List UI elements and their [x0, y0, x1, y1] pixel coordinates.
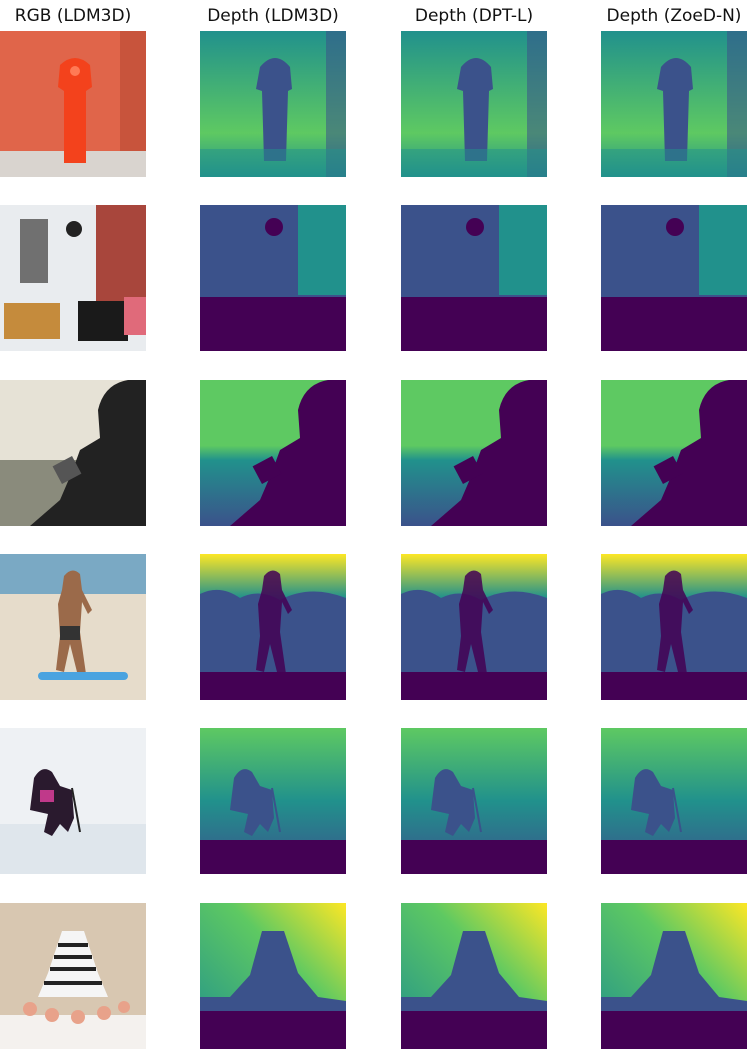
panel-depth-zoed-n-fire-hydrant: [601, 31, 747, 177]
rgb-image: [0, 554, 146, 700]
depth-map-image: [401, 205, 547, 351]
rgb-image: [0, 380, 146, 526]
panel-depth-ldm3d-tiered-cake: [200, 903, 346, 1049]
depth-map-image: [200, 903, 346, 1049]
depth-map-image: [601, 554, 747, 700]
panel-rgb-skier: [0, 728, 146, 874]
panel-depth-dpt-l-beach-skateboarder: [401, 554, 547, 700]
column-title-depth-zoed-n: Depth (ZoeD-N): [606, 6, 742, 26]
depth-map-image: [401, 380, 547, 526]
panel-depth-dpt-l-skier: [401, 728, 547, 874]
panel-depth-zoed-n-skier: [601, 728, 747, 874]
panel-depth-zoed-n-tiered-cake: [601, 903, 747, 1049]
rgb-image: [0, 205, 146, 351]
panel-rgb-tiered-cake: [0, 903, 146, 1049]
panel-rgb-fire-hydrant: [0, 31, 146, 177]
rgb-image: [0, 31, 146, 177]
panel-depth-dpt-l-person-reading-by-sea: [401, 380, 547, 526]
depth-map-image: [401, 554, 547, 700]
panel-depth-zoed-n-person-reading-by-sea: [601, 380, 747, 526]
panel-depth-ldm3d-person-reading-by-sea: [200, 380, 346, 526]
depth-map-image: [601, 728, 747, 874]
depth-map-image: [200, 728, 346, 874]
column-title-rgb: RGB (LDM3D): [14, 6, 132, 26]
column-title-depth-dpt-l: Depth (DPT-L): [414, 6, 534, 26]
depth-map-image: [401, 31, 547, 177]
panel-rgb-storefront-furniture: [0, 205, 146, 351]
rgb-image: [0, 903, 146, 1049]
column-title-depth-ldm3d: Depth (LDM3D): [207, 6, 339, 26]
panel-depth-dpt-l-fire-hydrant: [401, 31, 547, 177]
panel-rgb-person-reading-by-sea: [0, 380, 146, 526]
depth-map-image: [601, 903, 747, 1049]
panel-rgb-beach-skateboarder: [0, 554, 146, 700]
depth-map-image: [200, 380, 346, 526]
depth-map-image: [200, 205, 346, 351]
panel-depth-dpt-l-tiered-cake: [401, 903, 547, 1049]
panel-depth-zoed-n-storefront-furniture: [601, 205, 747, 351]
depth-map-image: [601, 205, 747, 351]
rgb-image: [0, 728, 146, 874]
depth-map-image: [401, 903, 547, 1049]
depth-map-image: [401, 728, 547, 874]
panel-depth-dpt-l-storefront-furniture: [401, 205, 547, 351]
depth-map-image: [200, 31, 346, 177]
panel-depth-zoed-n-beach-skateboarder: [601, 554, 747, 700]
panel-depth-ldm3d-skier: [200, 728, 346, 874]
depth-map-image: [601, 380, 747, 526]
depth-map-image: [601, 31, 747, 177]
panel-depth-ldm3d-fire-hydrant: [200, 31, 346, 177]
depth-map-image: [200, 554, 346, 700]
panel-depth-ldm3d-storefront-furniture: [200, 205, 346, 351]
panel-depth-ldm3d-beach-skateboarder: [200, 554, 346, 700]
